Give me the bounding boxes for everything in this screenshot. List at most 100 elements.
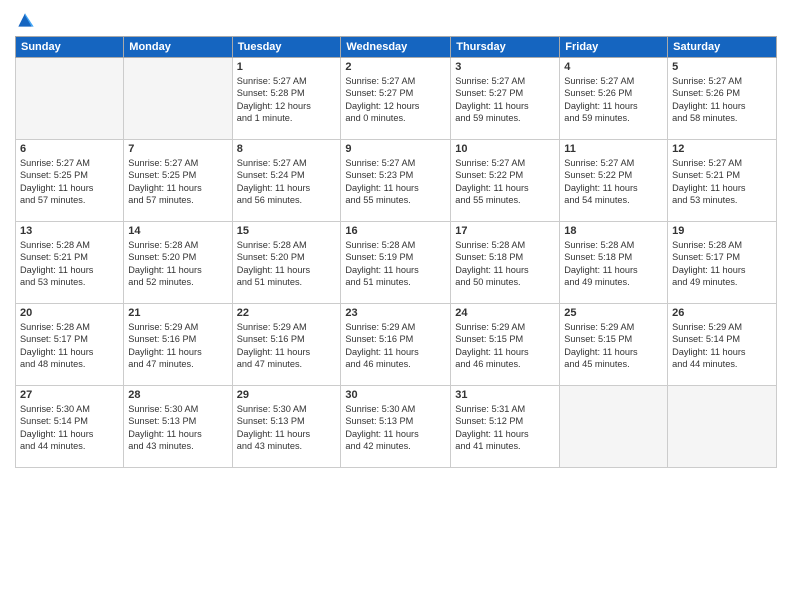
calendar-cell: 15Sunrise: 5:28 AM Sunset: 5:20 PM Dayli…	[232, 222, 341, 304]
calendar-cell: 13 Sunrise: 5:28 AM Sunset: 5:21 PM Dayli…	[16, 222, 124, 304]
day-info: Sunrise: 5:29 AM Sunset: 5:15 PM Dayligh…	[564, 321, 663, 371]
day-header-sunday: Sunday	[16, 37, 124, 58]
calendar-cell: 31 Sunrise: 5:31 AM Sunset: 5:12 PM Dayli…	[451, 386, 560, 468]
day-info: Sunrise: 5:30 AM Sunset: 5:14 PM Dayligh…	[20, 403, 119, 453]
calendar-cell: 19 Sunrise: 5:28 AM Sunset: 5:17 PM Dayli…	[668, 222, 777, 304]
day-number: 16	[345, 225, 446, 237]
calendar-cell: 8 Sunrise: 5:27 AM Sunset: 5:24 PM Daylig…	[232, 140, 341, 222]
day-info: Sunrise: 5:28 AM Sunset: 5:21 PM Dayligh…	[20, 239, 119, 289]
day-number: 5	[672, 61, 772, 73]
day-number: 23	[345, 307, 446, 319]
calendar-cell: 16 Sunrise: 5:28 AM Sunset: 5:19 PM Dayli…	[341, 222, 451, 304]
day-info: Sunrise: 5:29 AM Sunset: 5:14 PM Dayligh…	[672, 321, 772, 371]
day-number: 9	[345, 143, 446, 155]
day-number: 2	[345, 61, 446, 73]
day-number: 24	[455, 307, 555, 319]
day-info: Sunrise: 5:29 AM Sunset: 5:16 PM Dayligh…	[237, 321, 337, 371]
calendar-cell: 18 Sunrise: 5:28 AM Sunset: 5:18 PM Dayli…	[560, 222, 668, 304]
day-info: Sunrise: 5:28 AM Sunset: 5:17 PM Dayligh…	[20, 321, 119, 371]
day-number: 22	[237, 307, 337, 319]
day-number: 13	[20, 225, 119, 237]
day-info: Sunrise: 5:27 AM Sunset: 5:26 PM Dayligh…	[672, 75, 772, 125]
day-info: Sunrise: 5:29 AM Sunset: 5:15 PM Dayligh…	[455, 321, 555, 371]
calendar-cell: 14Sunrise: 5:28 AM Sunset: 5:20 PM Dayli…	[124, 222, 232, 304]
day-header-thursday: Thursday	[451, 37, 560, 58]
day-number: 28	[128, 389, 227, 401]
calendar-table: SundayMondayTuesdayWednesdayThursdayFrid…	[15, 36, 777, 468]
day-number: 27	[20, 389, 119, 401]
day-info: Sunrise: 5:27 AM Sunset: 5:26 PM Dayligh…	[564, 75, 663, 125]
day-number: 3	[455, 61, 555, 73]
day-number: 29	[237, 389, 337, 401]
calendar-cell: 3 Sunrise: 5:27 AM Sunset: 5:27 PM Daylig…	[451, 58, 560, 140]
day-number: 12	[672, 143, 772, 155]
day-number: 4	[564, 61, 663, 73]
day-info: Sunrise: 5:30 AM Sunset: 5:13 PM Dayligh…	[345, 403, 446, 453]
day-number: 6	[20, 143, 119, 155]
day-info: Sunrise: 5:27 AM Sunset: 5:25 PM Dayligh…	[128, 157, 227, 207]
day-info: Sunrise: 5:27 AM Sunset: 5:22 PM Dayligh…	[564, 157, 663, 207]
calendar-cell: 23 Sunrise: 5:29 AM Sunset: 5:16 PM Dayli…	[341, 304, 451, 386]
calendar-cell: 26 Sunrise: 5:29 AM Sunset: 5:14 PM Dayli…	[668, 304, 777, 386]
day-number: 19	[672, 225, 772, 237]
header	[15, 10, 777, 30]
day-info: Sunrise: 5:27 AM Sunset: 5:28 PM Dayligh…	[237, 75, 337, 125]
calendar-cell: 4 Sunrise: 5:27 AM Sunset: 5:26 PM Daylig…	[560, 58, 668, 140]
day-number: 25	[564, 307, 663, 319]
day-info: Sunrise: 5:28 AM Sunset: 5:18 PM Dayligh…	[564, 239, 663, 289]
calendar-cell: 25 Sunrise: 5:29 AM Sunset: 5:15 PM Dayli…	[560, 304, 668, 386]
day-number: 26	[672, 307, 772, 319]
calendar-cell: 5 Sunrise: 5:27 AM Sunset: 5:26 PM Daylig…	[668, 58, 777, 140]
day-info: Sunrise: 5:28 AM Sunset: 5:17 PM Dayligh…	[672, 239, 772, 289]
day-info: Sunrise: 5:29 AM Sunset: 5:16 PM Dayligh…	[345, 321, 446, 371]
day-number: 11	[564, 143, 663, 155]
day-header-saturday: Saturday	[668, 37, 777, 58]
calendar-cell: 17 Sunrise: 5:28 AM Sunset: 5:18 PM Dayli…	[451, 222, 560, 304]
day-info: Sunrise: 5:28 AM Sunset: 5:18 PM Dayligh…	[455, 239, 555, 289]
calendar-cell	[560, 386, 668, 468]
day-header-friday: Friday	[560, 37, 668, 58]
week-row-5: 27 Sunrise: 5:30 AM Sunset: 5:14 PM Dayli…	[16, 386, 777, 468]
calendar-cell: 12Sunrise: 5:27 AM Sunset: 5:21 PM Dayli…	[668, 140, 777, 222]
day-header-monday: Monday	[124, 37, 232, 58]
calendar-cell: 22 Sunrise: 5:29 AM Sunset: 5:16 PM Dayli…	[232, 304, 341, 386]
week-row-4: 20 Sunrise: 5:28 AM Sunset: 5:17 PM Dayli…	[16, 304, 777, 386]
calendar-cell: 6 Sunrise: 5:27 AM Sunset: 5:25 PM Daylig…	[16, 140, 124, 222]
day-info: Sunrise: 5:28 AM Sunset: 5:20 PM Dayligh…	[128, 239, 227, 289]
day-number: 7	[128, 143, 227, 155]
day-number: 10	[455, 143, 555, 155]
day-number: 21	[128, 307, 227, 319]
day-info: Sunrise: 5:27 AM Sunset: 5:27 PM Dayligh…	[345, 75, 446, 125]
calendar-cell	[16, 58, 124, 140]
day-info: Sunrise: 5:30 AM Sunset: 5:13 PM Dayligh…	[128, 403, 227, 453]
calendar-cell: 24 Sunrise: 5:29 AM Sunset: 5:15 PM Dayli…	[451, 304, 560, 386]
days-header-row: SundayMondayTuesdayWednesdayThursdayFrid…	[16, 37, 777, 58]
calendar-cell: 11 Sunrise: 5:27 AM Sunset: 5:22 PM Dayli…	[560, 140, 668, 222]
calendar-cell: 1Sunrise: 5:27 AM Sunset: 5:28 PM Daylig…	[232, 58, 341, 140]
day-number: 18	[564, 225, 663, 237]
day-number: 31	[455, 389, 555, 401]
week-row-2: 6 Sunrise: 5:27 AM Sunset: 5:25 PM Daylig…	[16, 140, 777, 222]
day-info: Sunrise: 5:27 AM Sunset: 5:27 PM Dayligh…	[455, 75, 555, 125]
day-info: Sunrise: 5:31 AM Sunset: 5:12 PM Dayligh…	[455, 403, 555, 453]
day-number: 15	[237, 225, 337, 237]
day-info: Sunrise: 5:27 AM Sunset: 5:23 PM Dayligh…	[345, 157, 446, 207]
calendar-cell: 9 Sunrise: 5:27 AM Sunset: 5:23 PM Daylig…	[341, 140, 451, 222]
day-info: Sunrise: 5:28 AM Sunset: 5:19 PM Dayligh…	[345, 239, 446, 289]
day-number: 8	[237, 143, 337, 155]
day-info: Sunrise: 5:27 AM Sunset: 5:22 PM Dayligh…	[455, 157, 555, 207]
week-row-3: 13 Sunrise: 5:28 AM Sunset: 5:21 PM Dayli…	[16, 222, 777, 304]
day-info: Sunrise: 5:27 AM Sunset: 5:24 PM Dayligh…	[237, 157, 337, 207]
day-number: 17	[455, 225, 555, 237]
day-number: 20	[20, 307, 119, 319]
calendar-cell	[124, 58, 232, 140]
logo	[15, 10, 39, 30]
calendar-cell: 21Sunrise: 5:29 AM Sunset: 5:16 PM Dayli…	[124, 304, 232, 386]
calendar-cell: 10 Sunrise: 5:27 AM Sunset: 5:22 PM Dayli…	[451, 140, 560, 222]
day-info: Sunrise: 5:27 AM Sunset: 5:25 PM Dayligh…	[20, 157, 119, 207]
calendar-cell	[668, 386, 777, 468]
day-info: Sunrise: 5:30 AM Sunset: 5:13 PM Dayligh…	[237, 403, 337, 453]
calendar-cell: 27 Sunrise: 5:30 AM Sunset: 5:14 PM Dayli…	[16, 386, 124, 468]
logo-icon	[15, 10, 35, 30]
week-row-1: 1Sunrise: 5:27 AM Sunset: 5:28 PM Daylig…	[16, 58, 777, 140]
